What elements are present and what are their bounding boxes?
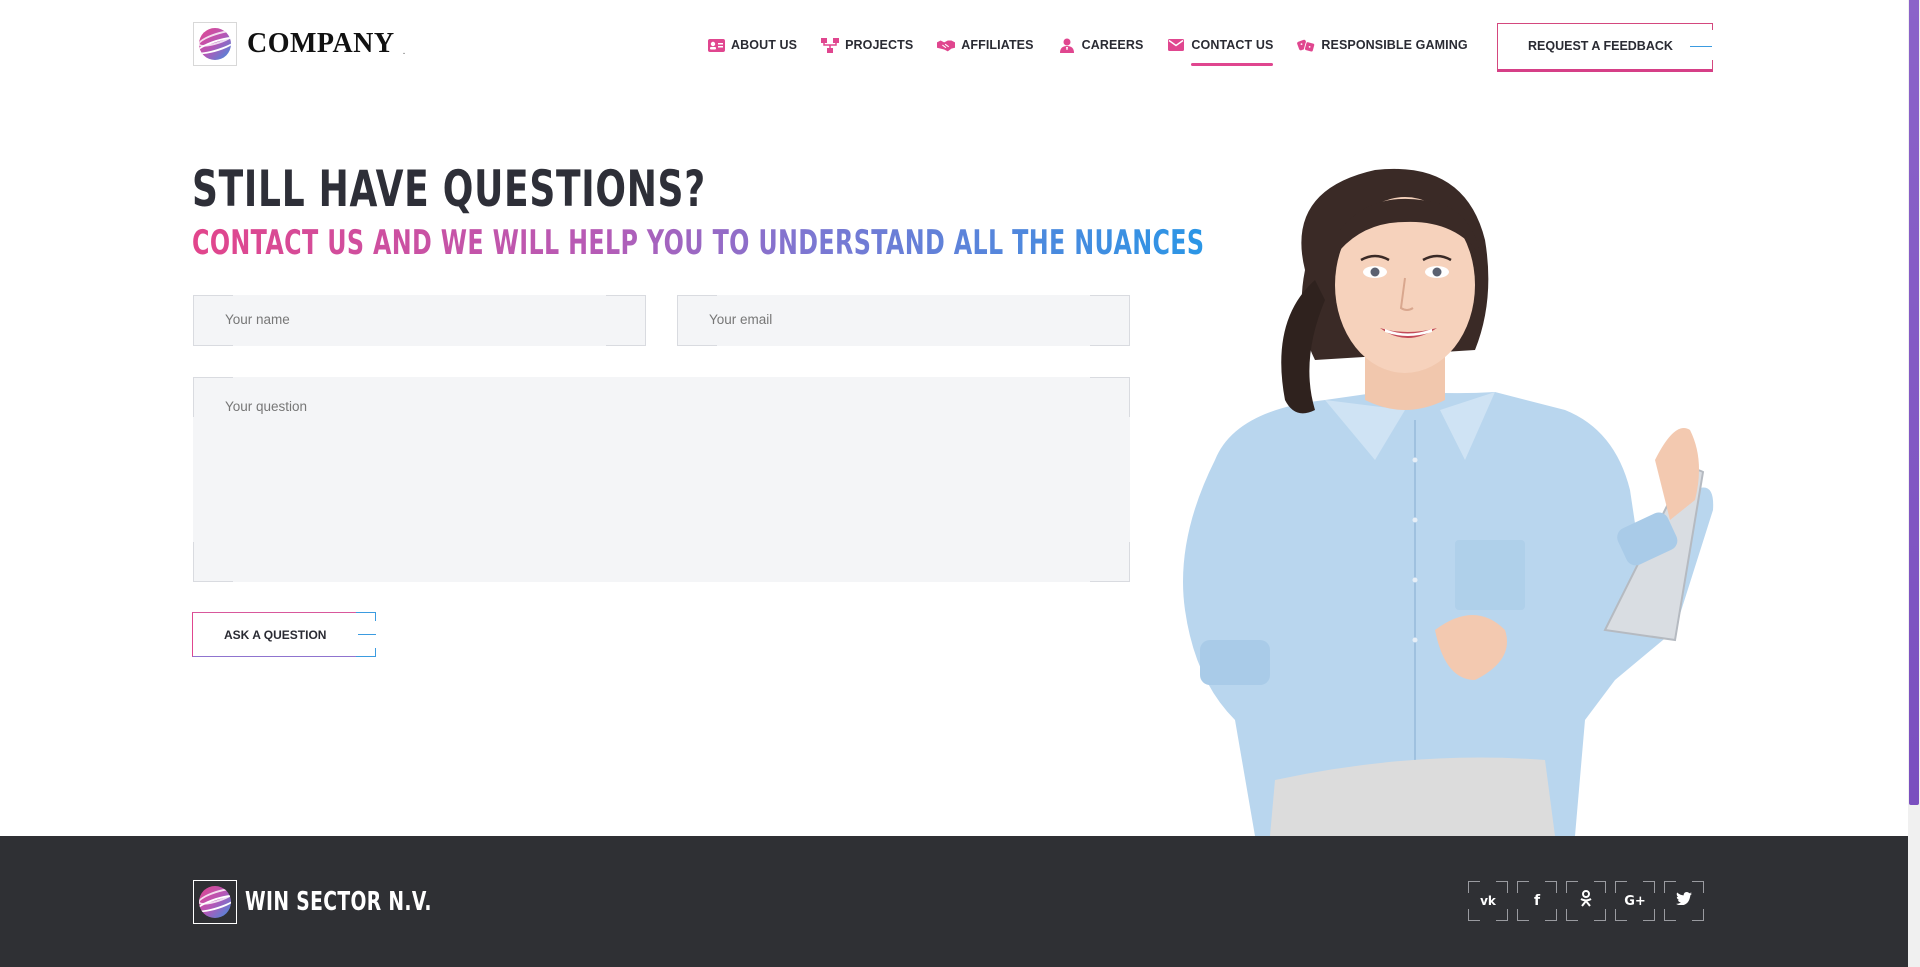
page-subtitle: CONTACT US AND WE WILL HELP YOU TO UNDER…: [192, 223, 1205, 263]
name-field[interactable]: Your name: [193, 295, 646, 346]
dice-icon: [1297, 38, 1316, 52]
nav-item-responsible-gaming[interactable]: RESPONSIBLE GAMING: [1297, 38, 1468, 52]
request-feedback-label: REQUEST A FEEDBACK: [1528, 39, 1673, 53]
google-plus-icon: G+: [1624, 893, 1646, 909]
main-nav: ABOUT US PROJECTS AFFILIATES CAREERS CON…: [707, 37, 1492, 66]
nav-label: CONTACT US: [1191, 38, 1274, 52]
vk-icon: vk: [1480, 894, 1496, 908]
scrollbar-thumb[interactable]: [1909, 0, 1919, 805]
company-logo[interactable]: COMPANY .: [193, 22, 405, 66]
logo-text: COMPANY: [247, 28, 395, 59]
woman-with-tablet-image: [1183, 168, 1714, 836]
twitter-icon: [1676, 892, 1692, 910]
site-header: COMPANY . ABOUT US PROJECTS AFFILIATES C…: [0, 0, 1908, 95]
envelope-icon: [1167, 38, 1185, 52]
nav-label: ABOUT US: [731, 38, 798, 52]
email-placeholder: Your email: [709, 312, 773, 327]
odnoklassniki-icon: [1580, 890, 1592, 912]
facebook-link[interactable]: f: [1517, 881, 1557, 921]
ask-question-label: ASK A QUESTION: [224, 628, 327, 642]
nav-item-contact-us[interactable]: CONTACT US: [1167, 38, 1274, 66]
nav-item-careers[interactable]: CAREERS: [1058, 38, 1144, 53]
nav-label: CAREERS: [1081, 38, 1144, 52]
footer-logo[interactable]: WIN SECTOR N.V.: [193, 880, 504, 924]
page-scrollbar[interactable]: [1908, 0, 1920, 967]
email-field[interactable]: Your email: [677, 295, 1130, 346]
vk-link[interactable]: vk: [1468, 881, 1508, 921]
google-plus-link[interactable]: G+: [1615, 881, 1655, 921]
social-links: vk f G+: [1468, 881, 1713, 921]
dash-decoration: [358, 634, 376, 635]
logo-globe-icon: [193, 880, 237, 924]
nav-item-about-us[interactable]: ABOUT US: [707, 38, 797, 52]
logo-globe-icon: [193, 22, 237, 66]
odnoklassniki-link[interactable]: [1566, 881, 1606, 921]
sitemap-icon: [821, 37, 840, 53]
question-textarea[interactable]: Your question: [193, 377, 1130, 582]
request-feedback-button[interactable]: REQUEST A FEEDBACK: [1497, 23, 1714, 72]
ask-question-button[interactable]: ASK A QUESTION: [192, 612, 376, 657]
footer-company-name: WIN SECTOR N.V.: [245, 887, 432, 917]
site-footer: WIN SECTOR N.V. vk f G+: [0, 836, 1908, 967]
twitter-link[interactable]: [1664, 881, 1704, 921]
nav-label: RESPONSIBLE GAMING: [1321, 38, 1468, 52]
nav-label: AFFILIATES: [961, 38, 1034, 52]
page-title: STILL HAVE QUESTIONS?: [192, 160, 706, 218]
name-placeholder: Your name: [225, 312, 290, 327]
nav-item-projects[interactable]: PROJECTS: [821, 37, 914, 53]
user-tie-icon: [1058, 38, 1076, 53]
nav-item-affiliates[interactable]: AFFILIATES: [937, 38, 1033, 52]
handshake-icon: [937, 38, 956, 52]
nav-label: PROJECTS: [845, 38, 914, 52]
logo-suffix: .: [402, 45, 406, 57]
id-card-icon: [707, 38, 725, 52]
dash-decoration: [1690, 46, 1712, 47]
question-placeholder: Your question: [225, 399, 308, 414]
facebook-icon: f: [1533, 893, 1541, 909]
